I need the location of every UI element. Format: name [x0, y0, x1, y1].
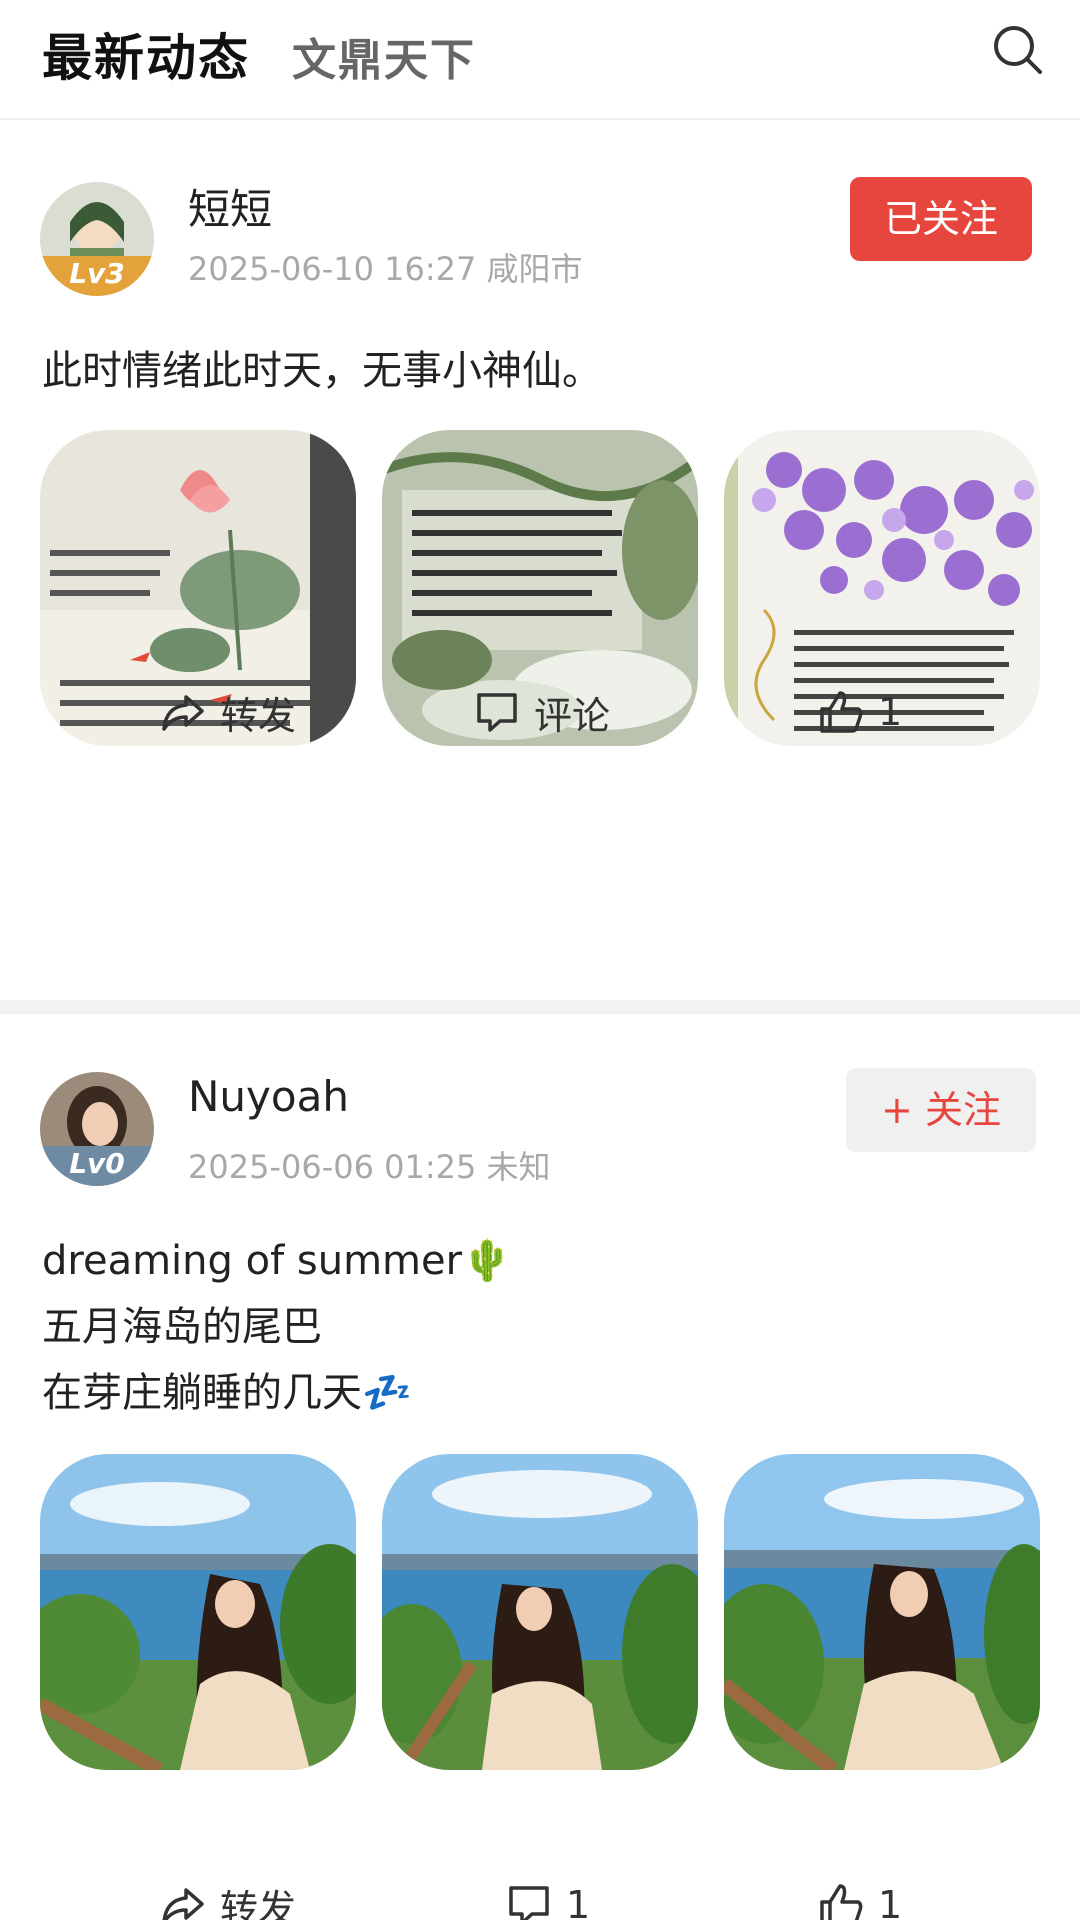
post-actions: 转发 1 1 — [0, 1870, 1080, 1920]
post-text-line: 五月海岛的尾巴 — [42, 1304, 322, 1350]
post-meta: 2025-06-06 01:25 未知 — [188, 1148, 551, 1186]
tab-latest[interactable]: 最新动态 — [42, 18, 250, 90]
seaside-photo — [40, 1454, 356, 1770]
feed-page: 最新动态 文鼎天下 Lv3 短短 2025-06-10 16:27 咸阳市 已关… — [0, 0, 1080, 1920]
thumbs-up-icon — [820, 691, 863, 733]
tab-wending[interactable]: 文鼎天下 — [292, 24, 476, 88]
share-button[interactable]: 转发 — [160, 677, 296, 747]
top-header: 最新动态 文鼎天下 — [0, 0, 1080, 120]
level-badge: Lv0 — [69, 1147, 125, 1180]
share-icon — [162, 695, 204, 731]
post-divider — [0, 1000, 1080, 1014]
post-text-line: dreaming of summer🌵 — [42, 1238, 512, 1284]
seaside-photo — [382, 1454, 698, 1770]
post-photo[interactable] — [382, 1454, 698, 1770]
comment-label: 评论 — [534, 693, 611, 738]
comment-icon — [477, 693, 517, 732]
follow-button[interactable]: + 关注 — [846, 1068, 1036, 1152]
like-count: 1 — [878, 1883, 903, 1920]
comment-icon — [509, 1886, 549, 1920]
comment-button[interactable]: 评论 — [474, 677, 610, 747]
avatar[interactable]: Lv3 — [40, 182, 154, 296]
post-actions: 转发 评论 1 — [0, 677, 1080, 747]
share-label: 转发 — [220, 1886, 297, 1920]
post-text-line: 在芽庄躺睡的几天💤 — [42, 1370, 412, 1416]
post-card: Lv0 Nuyoah 2025-06-06 01:25 未知 + 关注 drea… — [0, 1014, 1080, 1920]
comment-count: 1 — [566, 1883, 591, 1920]
post-meta: 2025-06-10 16:27 咸阳市 — [188, 250, 583, 288]
post-text: dreaming of summer🌵 五月海岛的尾巴 在芽庄躺睡的几天💤 — [42, 1228, 512, 1426]
share-button[interactable]: 转发 — [160, 1870, 296, 1920]
comment-button[interactable]: 1 — [506, 1870, 590, 1920]
username[interactable]: Nuyoah — [188, 1072, 349, 1121]
post-text: 此时情绪此时天，无事小神仙。 — [42, 338, 602, 404]
search-icon — [994, 26, 1042, 74]
post-card: Lv3 短短 2025-06-10 16:27 咸阳市 已关注 此时情绪此时天，… — [0, 120, 1080, 1000]
share-label: 转发 — [220, 693, 297, 738]
post-photo[interactable] — [40, 1454, 356, 1770]
like-count: 1 — [878, 690, 903, 734]
search-button[interactable] — [990, 22, 1046, 78]
like-button[interactable]: 1 — [818, 1870, 902, 1920]
following-button[interactable]: 已关注 — [850, 177, 1032, 261]
seaside-photo — [724, 1454, 1040, 1770]
username[interactable]: 短短 — [188, 176, 272, 237]
like-button[interactable]: 1 — [818, 677, 902, 747]
post-text-line: 此时情绪此时天，无事小神仙。 — [42, 348, 602, 394]
level-badge: Lv3 — [69, 257, 125, 290]
post-photo[interactable] — [724, 1454, 1040, 1770]
avatar[interactable]: Lv0 — [40, 1072, 154, 1186]
share-icon — [162, 1888, 204, 1920]
thumbs-up-icon — [820, 1884, 863, 1920]
